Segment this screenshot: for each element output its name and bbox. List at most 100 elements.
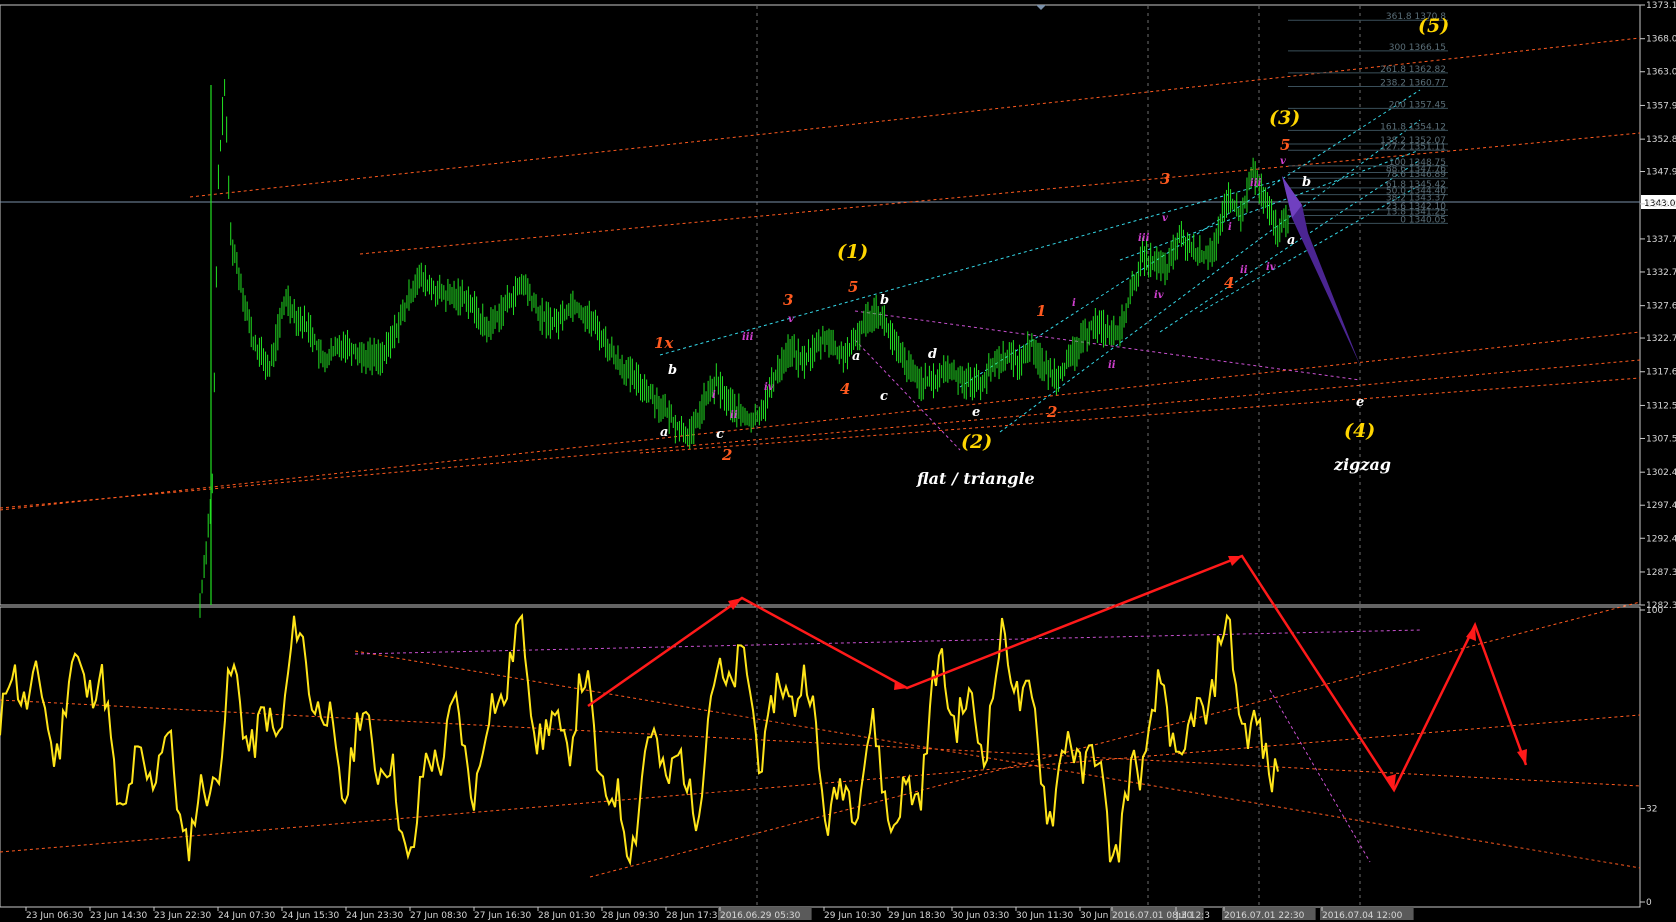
- y-tick-label: 1307.5: [1646, 434, 1676, 444]
- fib-label: 238.2 1360.77: [1380, 78, 1446, 88]
- oscillator-magenta-lines: [354, 629, 1421, 863]
- minor-label-ii-1: ii: [730, 410, 738, 421]
- y-tick-label: 1297.4: [1646, 501, 1676, 511]
- wave-label-1x: 1x: [654, 334, 674, 352]
- x-tick-label: 23 Jun 22:30: [154, 911, 211, 921]
- x-tick-label: Jul 12:3: [1175, 911, 1210, 921]
- price-series: [199, 79, 1289, 618]
- y-tick-label: 1317.6: [1646, 368, 1676, 378]
- wave-label-minor-1b: 1: [1036, 302, 1046, 320]
- minor-label-v-2: v: [1162, 213, 1168, 224]
- wave-label-minor-5a: 5: [848, 278, 858, 296]
- y-tick-label: 1352.8: [1646, 135, 1676, 145]
- minor-label-iv-2: iv: [1154, 290, 1164, 301]
- x-tick-label: 2016.07.01 22:30: [1224, 911, 1305, 921]
- sub-label-c2: c: [880, 389, 888, 404]
- y-tick-label: 1287.3: [1646, 568, 1676, 578]
- osc-y-tick-label: 32: [1646, 805, 1657, 815]
- chart-canvas: 1343.0 1373.11368.01363.01357.91352.8134…: [0, 1, 1676, 921]
- sub-label-b1: b: [668, 363, 677, 378]
- x-tick-label: 28 Jun 09:30: [602, 911, 659, 921]
- annotation-flat-triangle: flat / triangle: [916, 469, 1035, 488]
- arrowheads: [728, 556, 1527, 790]
- wave-labels: (1) (2) (3) (4) (5) flat / triangle zigz…: [654, 15, 1449, 488]
- fibonacci-levels: 361.8 1370.8300 1366.15261.8 1362.82238.…: [1288, 12, 1448, 225]
- y-tick-label: 1292.4: [1646, 534, 1676, 544]
- x-tick-label: 24 Jun 07:30: [218, 911, 275, 921]
- x-tick-label: 2016.07.04 12:00: [1322, 911, 1403, 921]
- fib-label: 0 1340.05: [1400, 215, 1446, 225]
- wave-label-minor-4a: 4: [840, 380, 850, 398]
- sub-label-d2: d: [928, 347, 937, 362]
- sub-label-e2: e: [972, 405, 980, 420]
- minor-label-i-1: i: [712, 390, 716, 401]
- shift-marker-icon: [1036, 5, 1046, 10]
- oscillator-series: [0, 613, 1279, 867]
- wave-label-minor-4b: 4: [1224, 274, 1234, 292]
- minor-label-v-1: v: [788, 314, 794, 325]
- x-tick-label: 28 Jun 17:30: [666, 911, 723, 921]
- y-tick-label: 1322.7: [1646, 334, 1676, 344]
- wave-label-minor-2a: 2: [721, 446, 732, 464]
- minor-label-i-3: i: [1228, 222, 1232, 233]
- sub-label-a1: a: [660, 425, 668, 440]
- sub-label-b2: b: [880, 293, 889, 308]
- annotation-zigzag: zigzag: [1333, 455, 1391, 474]
- minor-label-v-3: v: [1280, 156, 1286, 167]
- x-axis-ticks: 23 Jun 06:30 23 Jun 14:30 23 Jun 22:30 24 J…: [25, 907, 1414, 921]
- wave-label-minor-3b: 3: [1160, 170, 1170, 188]
- fib-label: 161.8 1354.12: [1380, 122, 1446, 132]
- fib-label: 200 1357.45: [1389, 100, 1446, 110]
- x-tick-label: 24 Jun 23:30: [346, 911, 403, 921]
- y-tick-label: 1363.0: [1646, 68, 1676, 78]
- fib-label: 300 1366.15: [1389, 43, 1446, 53]
- x-tick-label: 23 Jun 06:30: [26, 911, 83, 921]
- projected-zigzag: [1282, 176, 1360, 365]
- main-panel-frame: [0, 4, 1641, 606]
- sub-label-c1: c: [716, 427, 724, 442]
- wave-label-4: (4): [1344, 420, 1375, 442]
- wave-label-2: (2): [961, 431, 992, 453]
- x-tick-label: 29 Jun 10:30: [824, 911, 881, 921]
- wave-label-5: (5): [1418, 15, 1449, 37]
- x-tick-label: 30 Jun 11:30: [1016, 911, 1073, 921]
- oscillator-panel-frame: [0, 606, 1641, 908]
- x-tick-label: 29 Jun 18:30: [888, 911, 945, 921]
- minor-label-ii-3: ii: [1240, 265, 1248, 276]
- minor-label-iv-3: iv: [1266, 262, 1276, 273]
- sub-label-e3: e: [1356, 395, 1364, 410]
- minor-label-iii-3: iii: [1250, 178, 1262, 189]
- osc-y-tick-label: 100: [1646, 606, 1663, 616]
- y-tick-label: 1343.0: [1646, 200, 1676, 210]
- y-tick-label: 1337.7: [1646, 235, 1676, 245]
- x-tick-label: 2016.06.29 05:30: [720, 911, 801, 921]
- y-tick-label: 1347.9: [1646, 168, 1676, 178]
- x-tick-label: 28 Jun 01:30: [538, 911, 595, 921]
- minor-label-iii-1: iii: [742, 332, 754, 343]
- minor-label-iii-2: iii: [1138, 233, 1150, 244]
- wave-label-minor-2b: 2: [1046, 403, 1057, 421]
- y-tick-label: 1332.7: [1646, 268, 1676, 278]
- y-tick-label: 1368.0: [1646, 35, 1676, 45]
- sub-label-b3: b: [1302, 175, 1311, 190]
- y-tick-label: 1327.6: [1646, 302, 1676, 312]
- sub-label-a3: a: [1287, 233, 1295, 248]
- sub-label-a2: a: [852, 349, 860, 364]
- minor-label-iv-1: iv: [764, 382, 774, 393]
- oscillator-y-axis-ticks: 100 32 0: [1640, 606, 1663, 908]
- osc-y-tick-label: 0: [1646, 898, 1652, 908]
- y-tick-label: 1302.4: [1646, 468, 1676, 478]
- oscillator-line: [0, 613, 1279, 867]
- y-axis-ticks: 1373.1 1368.0 1363.0 1357.9 1352.8 1347.9 1343…: [1640, 1, 1676, 611]
- y-tick-label: 1357.9: [1646, 101, 1676, 111]
- minor-label-i-2: i: [1072, 298, 1076, 309]
- wave-label-3: (3): [1269, 107, 1300, 129]
- wave-label-1: (1): [837, 241, 868, 263]
- wave-label-minor-5b: 5: [1280, 136, 1290, 154]
- x-tick-label: 24 Jun 15:30: [282, 911, 339, 921]
- y-tick-label: 1373.1: [1646, 1, 1676, 11]
- fib-label: 78.6 1346.89: [1386, 170, 1446, 180]
- x-tick-label: 23 Jun 14:30: [90, 911, 147, 921]
- minor-label-ii-2: ii: [1108, 360, 1116, 371]
- fib-label: 127.2 1351.11: [1380, 142, 1446, 152]
